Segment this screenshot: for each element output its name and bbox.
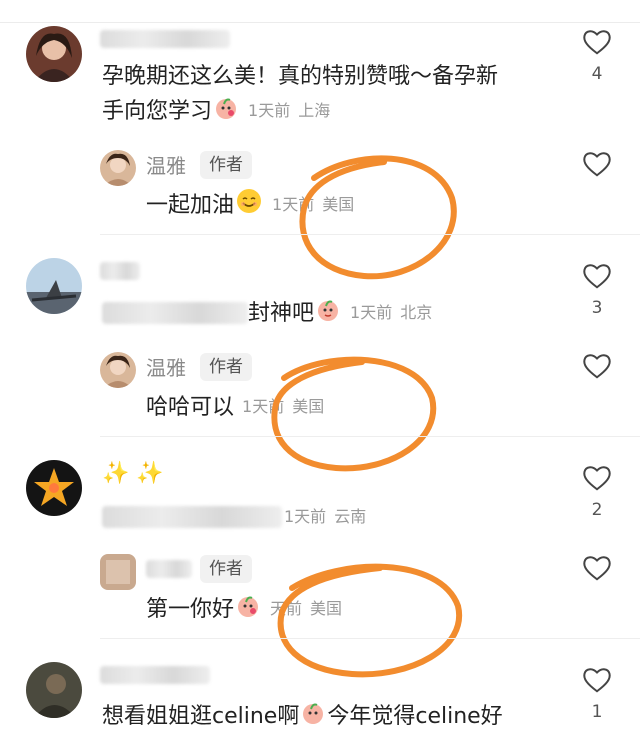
comment-text-tail: 今年觉得celine好 xyxy=(327,704,503,729)
avatar[interactable] xyxy=(100,554,136,590)
comment-text: 封神吧 xyxy=(248,301,315,326)
like-count: 1 xyxy=(591,702,603,722)
comment-location: 美国 xyxy=(322,195,355,214)
comment-time: 1天前 xyxy=(350,303,393,322)
comment-time: 1天前 xyxy=(284,507,327,526)
author-name[interactable]: 温雅 xyxy=(146,356,186,380)
comment-text-row: 想看姐姐逛celine啊 今年觉得celine好 xyxy=(102,700,503,736)
username-blurred xyxy=(100,666,210,684)
comment-text-blurred xyxy=(102,506,282,528)
avatar-image xyxy=(100,352,136,388)
comment-text: 第一你好 xyxy=(146,597,235,622)
heart-outline-icon xyxy=(583,354,611,379)
comment-text: 想看姐姐逛celine啊 xyxy=(102,704,300,729)
avatar[interactable] xyxy=(100,352,136,388)
comment-text-line2: 手向您学习 1天前 上海 xyxy=(102,94,330,131)
like-button[interactable]: 3 xyxy=(579,262,615,318)
avatar-image xyxy=(100,554,136,590)
reply-text-row: 一起加油 1天前 美国 xyxy=(146,188,354,225)
heart-outline-icon xyxy=(583,668,611,693)
like-count: 3 xyxy=(591,298,603,318)
like-count: 4 xyxy=(591,64,603,84)
peach-emoji-icon xyxy=(236,594,260,629)
heart-outline-icon xyxy=(583,466,611,491)
heart-outline-icon xyxy=(583,30,611,55)
divider xyxy=(100,234,640,235)
comment-text-line1: 孕晚期还这么美！真的特别赞哦～备孕新 xyxy=(102,64,499,89)
smile-emoji-icon xyxy=(236,188,262,225)
like-button[interactable]: 4 xyxy=(579,28,615,84)
avatar[interactable] xyxy=(26,662,82,718)
like-button[interactable] xyxy=(579,150,615,182)
like-button[interactable] xyxy=(579,352,615,384)
author-badge: 作者 xyxy=(200,353,252,381)
username-stars[interactable]: ✨ ✨ xyxy=(102,462,164,486)
author-name[interactable]: 温雅 xyxy=(146,154,186,178)
peach-emoji-icon xyxy=(301,701,325,736)
avatar-image xyxy=(26,258,82,314)
comment-text: 一起加油 xyxy=(146,193,235,218)
divider xyxy=(100,436,640,437)
like-button[interactable]: 2 xyxy=(579,464,615,520)
peach-emoji-icon xyxy=(316,298,340,333)
heart-outline-icon xyxy=(583,556,611,581)
author-badge: 作者 xyxy=(200,151,252,179)
comment-location: 美国 xyxy=(292,397,325,416)
comment-time: 1天前 xyxy=(248,101,291,120)
avatar-image xyxy=(100,150,136,186)
comment-text: 哈哈可以 xyxy=(146,395,235,420)
username-blurred xyxy=(100,30,230,48)
comment-text: 手向您学习 xyxy=(102,99,213,124)
comment-text-row: 封神吧 1天前 北京 xyxy=(248,296,432,333)
comment-text-row: 1天前 云南 xyxy=(284,500,366,535)
avatar-image xyxy=(26,26,82,82)
top-divider xyxy=(0,22,640,23)
comment-location: 上海 xyxy=(298,101,331,120)
avatar-image xyxy=(26,460,82,516)
avatar[interactable] xyxy=(100,150,136,186)
avatar[interactable] xyxy=(26,460,82,516)
divider xyxy=(100,638,640,639)
username-blurred xyxy=(146,560,192,578)
username-blurred xyxy=(100,262,140,280)
avatar[interactable] xyxy=(26,258,82,314)
comment-location: 云南 xyxy=(334,507,367,526)
heart-outline-icon xyxy=(583,152,611,177)
heart-outline-icon xyxy=(583,264,611,289)
like-count: 2 xyxy=(591,500,603,520)
reply-text-row: 第一你好 天前 美国 xyxy=(146,592,342,629)
like-button[interactable] xyxy=(579,554,615,586)
avatar[interactable] xyxy=(26,26,82,82)
comment-time: 1天前 xyxy=(272,195,315,214)
comment-location: 美国 xyxy=(310,599,343,618)
comment-location: 北京 xyxy=(400,303,433,322)
author-badge: 作者 xyxy=(200,555,252,583)
reply-text-row: 哈哈可以 1天前 美国 xyxy=(146,390,324,425)
peach-emoji-icon xyxy=(214,96,238,131)
comment-time: 1天前 xyxy=(242,397,285,416)
comment-time: 天前 xyxy=(270,599,303,618)
comment-text-blurred xyxy=(102,302,248,324)
like-button[interactable]: 1 xyxy=(579,666,615,722)
avatar-image xyxy=(26,662,82,718)
